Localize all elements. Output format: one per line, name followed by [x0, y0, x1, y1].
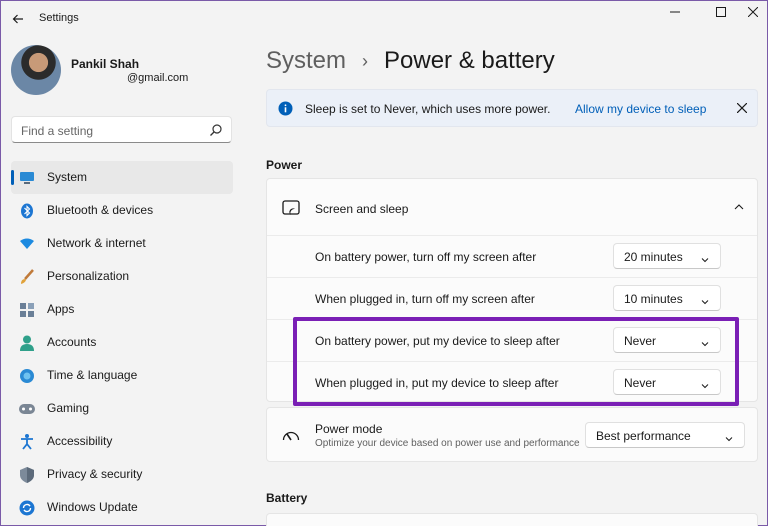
- sidebar-item-system[interactable]: System: [11, 161, 233, 194]
- chevron-down-icon: [700, 252, 710, 263]
- dropdown-value: 20 minutes: [624, 250, 683, 264]
- power-mode-title: Power mode: [315, 422, 383, 436]
- maximize-icon[interactable]: [703, 1, 739, 23]
- sidebar-item-privacy-security[interactable]: Privacy & security: [11, 458, 233, 491]
- banner-message: Sleep is set to Never, which uses more p…: [305, 102, 551, 116]
- sidebar-nav: System Bluetooth & devices Network & int…: [11, 161, 233, 524]
- user-name: Pankil Shah: [71, 57, 140, 71]
- sidebar-item-label: Accessibility: [47, 434, 113, 448]
- sidebar-item-label: Gaming: [47, 401, 90, 415]
- sidebar-item-label: Personalization: [47, 269, 130, 283]
- screen-sleep-header[interactable]: Screen and sleep: [267, 179, 757, 236]
- battery-card: [266, 513, 758, 526]
- brush-icon: [19, 269, 35, 285]
- minimize-icon[interactable]: [657, 1, 693, 23]
- setting-row-plugged-sleep: When plugged in, put my device to sleep …: [267, 361, 757, 403]
- setting-row-battery-screen: On battery power, turn off my screen aft…: [267, 235, 757, 277]
- breadcrumb-separator: ›: [362, 50, 369, 71]
- screen-sleep-title: Screen and sleep: [315, 202, 409, 216]
- sidebar-item-accessibility[interactable]: Accessibility: [11, 425, 233, 458]
- bluetooth-icon: [19, 203, 35, 219]
- search-icon[interactable]: [209, 123, 223, 137]
- sidebar-item-apps[interactable]: Apps: [11, 293, 233, 326]
- gamepad-icon: [19, 401, 35, 417]
- screen-sleep-card: Screen and sleep On battery power, turn …: [266, 178, 758, 402]
- title-bar: Settings: [1, 1, 767, 37]
- person-icon: [19, 335, 35, 351]
- sidebar-item-time-language[interactable]: Time & language: [11, 359, 233, 392]
- sidebar-item-personalization[interactable]: Personalization: [11, 260, 233, 293]
- avatar[interactable]: [11, 45, 61, 95]
- gauge-icon: [281, 425, 301, 445]
- sidebar-item-label: Accounts: [47, 335, 97, 349]
- search-input[interactable]: Find a setting: [11, 116, 232, 143]
- settings-window: Settings Pankil Shah @gmail.com Find a s…: [0, 0, 768, 526]
- plugged-screen-off-dropdown[interactable]: 10 minutes: [613, 285, 721, 311]
- dropdown-value: Never: [624, 376, 657, 390]
- sidebar-item-label: Bluetooth & devices: [47, 203, 154, 217]
- setting-label: When plugged in, turn off my screen afte…: [315, 292, 535, 306]
- sidebar-item-label: Network & internet: [47, 236, 146, 250]
- setting-label: On battery power, put my device to sleep…: [315, 334, 560, 348]
- user-email: @gmail.com: [127, 72, 189, 84]
- setting-row-battery-sleep: On battery power, put my device to sleep…: [267, 319, 757, 361]
- sidebar-item-label: Windows Update: [47, 500, 138, 514]
- sidebar-item-label: Apps: [47, 302, 75, 316]
- sidebar-item-bluetooth[interactable]: Bluetooth & devices: [11, 194, 233, 227]
- close-window-icon[interactable]: [735, 1, 768, 23]
- apps-icon: [19, 302, 35, 318]
- dropdown-value: Best performance: [596, 429, 691, 443]
- sidebar-item-windows-update[interactable]: Windows Update: [11, 491, 233, 524]
- shield-icon: [19, 467, 35, 483]
- breadcrumb-parent[interactable]: System: [266, 47, 346, 75]
- sidebar-item-gaming[interactable]: Gaming: [11, 392, 233, 425]
- dropdown-value: 10 minutes: [624, 292, 683, 306]
- sidebar-item-label: Privacy & security: [47, 467, 143, 481]
- chevron-down-icon: [700, 336, 710, 347]
- power-mode-dropdown[interactable]: Best performance: [585, 422, 745, 448]
- sidebar-item-network[interactable]: Network & internet: [11, 227, 233, 260]
- power-mode-card: Power mode Optimize your device based on…: [266, 407, 758, 462]
- chevron-down-icon: [724, 431, 734, 442]
- app-title: Settings: [39, 12, 79, 24]
- sidebar-item-label: System: [47, 170, 88, 184]
- breadcrumb: System › Power & battery: [266, 45, 555, 77]
- update-icon: [19, 500, 35, 516]
- globe-clock-icon: [19, 368, 35, 384]
- setting-label: On battery power, turn off my screen aft…: [315, 250, 537, 264]
- wifi-icon: [19, 236, 35, 252]
- battery-screen-off-dropdown[interactable]: 20 minutes: [613, 243, 721, 269]
- accessibility-icon: [19, 434, 35, 450]
- page-title: Power & battery: [384, 47, 555, 74]
- chevron-down-icon: [700, 294, 710, 305]
- info-banner: Sleep is set to Never, which uses more p…: [266, 89, 758, 127]
- power-mode-subtitle: Optimize your device based on power use …: [315, 438, 580, 449]
- info-icon: [278, 101, 293, 116]
- section-title-battery: Battery: [266, 491, 308, 505]
- plugged-sleep-dropdown[interactable]: Never: [613, 369, 721, 395]
- sidebar-item-label: Time & language: [47, 368, 138, 382]
- battery-sleep-dropdown[interactable]: Never: [613, 327, 721, 353]
- chevron-down-icon: [700, 378, 710, 389]
- close-icon[interactable]: [734, 100, 750, 116]
- allow-sleep-link[interactable]: Allow my device to sleep: [575, 102, 706, 116]
- sidebar-item-accounts[interactable]: Accounts: [11, 326, 233, 359]
- dropdown-value: Never: [624, 334, 657, 348]
- search-placeholder: Find a setting: [21, 124, 94, 138]
- setting-label: When plugged in, put my device to sleep …: [315, 376, 559, 390]
- screen-sleep-icon: [281, 198, 301, 218]
- setting-row-plugged-screen: When plugged in, turn off my screen afte…: [267, 277, 757, 319]
- back-arrow-icon[interactable]: [7, 9, 29, 29]
- section-title-power: Power: [266, 158, 303, 172]
- chevron-up-icon[interactable]: [731, 199, 747, 215]
- monitor-icon: [19, 170, 35, 186]
